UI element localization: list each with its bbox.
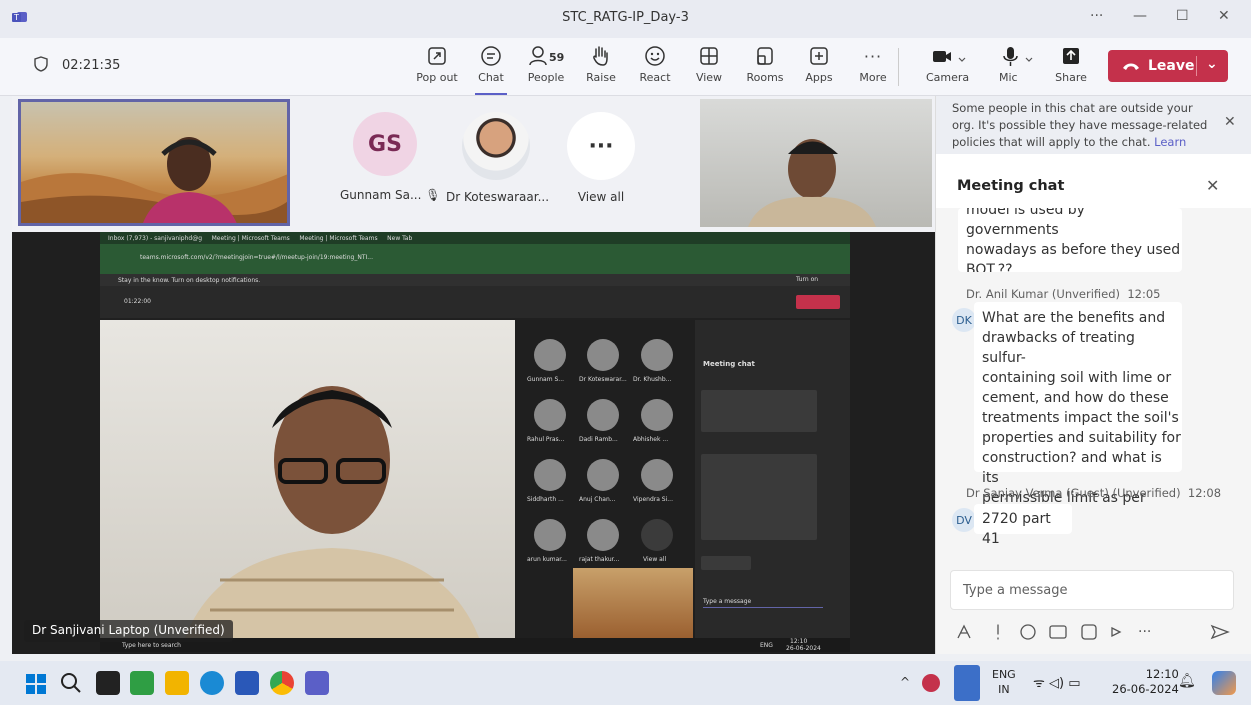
meeting-toolbar: 02:21:35 Pop out Chat 59 People Raise Re… [0, 38, 1251, 96]
close-icon[interactable]: ✕ [1218, 8, 1230, 24]
wifi-volume-battery-icons[interactable]: ᯤ ◁) ▭ [1033, 673, 1081, 691]
teams-personal-icon[interactable] [130, 671, 154, 695]
inner-presenter-thumb [573, 568, 693, 638]
window-more-button[interactable]: ··· [1090, 8, 1103, 24]
presenter-video-tile[interactable] [18, 99, 290, 226]
participant-video-tile[interactable] [700, 99, 932, 227]
close-chat-icon[interactable]: ✕ [1206, 176, 1219, 195]
chat-title: Meeting chat [957, 178, 1065, 194]
rooms-icon [739, 44, 791, 68]
chat-icon [465, 44, 517, 68]
grid-icon [683, 44, 735, 68]
camera-button[interactable]: Camera [918, 44, 980, 84]
chat-message: 2720 part 41 [974, 504, 1072, 547]
phone-icon [1122, 61, 1140, 71]
message-input[interactable]: Type a message [950, 570, 1234, 610]
close-icon[interactable]: ✕ [1224, 114, 1236, 131]
notification-banner: Stay in the know. Turn on desktop notifi… [100, 274, 850, 286]
view-all-button[interactable]: ··· View all [566, 112, 636, 204]
chevron-down-icon[interactable]: ⌄ [1206, 56, 1218, 72]
more-button[interactable]: ··· More [847, 44, 899, 85]
external-notice: Some people in this chat are outside you… [936, 96, 1251, 166]
participant-tile-gs[interactable]: GS Gunnam Sa... 🎙 [340, 112, 440, 202]
meeting-timer: 02:21:35 [62, 58, 121, 73]
emoji-icon [1020, 624, 1036, 640]
mic-icon [985, 44, 1047, 68]
chat-header: Meeting chat ✕ [936, 154, 1251, 208]
inner-toolbar: 01:22:00 [100, 286, 850, 318]
clock[interactable]: 12:10 26-06-2024 [1112, 667, 1179, 697]
view-button[interactable]: View [683, 44, 735, 84]
pop-out-button[interactable]: Pop out [411, 44, 463, 84]
people-icon: 59 [520, 44, 572, 68]
chevron-up-icon[interactable]: ^ [900, 675, 910, 689]
shield-icon [34, 56, 48, 72]
search-icon[interactable] [60, 672, 82, 694]
apps-icon [793, 44, 845, 68]
gif-icon [1049, 625, 1067, 639]
rooms-button[interactable]: Rooms [739, 44, 791, 84]
loop-icon [1111, 626, 1122, 638]
participant-tile-koteswar[interactable]: Dr Koteswaraar... [446, 112, 549, 204]
toolbar-divider [898, 48, 899, 86]
windows-taskbar: ^ ENG IN ᯤ ◁) ▭ 12:10 26-06-2024 🔔︎ [0, 661, 1251, 705]
mic-button[interactable]: Mic [985, 44, 1047, 84]
sticker-icon [1081, 624, 1097, 640]
title-bar: T STC_RATG-IP_Day-3 ··· — ☐ ✕ [0, 0, 1251, 38]
compose-toolbar: ··· [950, 620, 1240, 644]
maximize-icon[interactable]: ☐ [1176, 8, 1189, 24]
file-explorer-icon[interactable] [165, 671, 189, 695]
antivirus-icon[interactable] [922, 674, 940, 692]
task-view-icon[interactable] [96, 671, 120, 695]
windows-start-icon[interactable] [26, 674, 46, 694]
chrome-icon[interactable] [270, 671, 294, 695]
apps-button[interactable]: Apps [793, 44, 845, 84]
svg-text:···: ··· [1138, 624, 1151, 640]
more-icon: ··· [567, 112, 635, 180]
minimize-icon[interactable]: — [1133, 8, 1147, 24]
copilot-icon[interactable] [1212, 671, 1236, 695]
chat-message-prev: model is used by governments nowadays as… [958, 208, 1182, 272]
chat-message: What are the benefits and drawbacks of t… [974, 302, 1182, 526]
inner-chat-panel: Meeting chat Type a message [695, 320, 850, 638]
share-button[interactable]: Share [1045, 44, 1097, 84]
hand-icon [575, 44, 627, 68]
notification-bell-icon[interactable]: 🔔︎ [1178, 673, 1196, 689]
leave-button[interactable]: Leave ⌄ [1108, 50, 1228, 82]
message-meta: Dr Sanjay Verma (Guest) (Unverified) 12:… [966, 486, 1222, 500]
avatar [462, 112, 530, 180]
more-icon: ··· [863, 46, 883, 66]
teams-icon[interactable] [305, 671, 329, 695]
pop-out-icon [411, 44, 463, 68]
presenter-name-label: Dr Sanjivani Laptop (Unverified) [24, 620, 233, 642]
format-icon [957, 624, 971, 639]
inner-participant-grid: Gunnam S... Dr Koteswarar... Dr. Khushb.… [515, 320, 695, 652]
message-meta: Dr. Anil Kumar (Unverified) 12:05 [966, 287, 1161, 301]
raise-hand-button[interactable]: Raise [575, 44, 627, 84]
send-icon [1210, 624, 1230, 640]
avatar: DV [952, 508, 976, 532]
mic-active-icon[interactable] [954, 665, 980, 701]
inner-video-main [100, 320, 515, 652]
browser-url-bar: teams.microsoft.com/v2/?meetingjoin=true… [100, 244, 850, 274]
chat-button[interactable]: Chat [465, 44, 517, 95]
language-indicator[interactable]: ENG IN [992, 667, 1016, 697]
chat-panel: Some people in this chat are outside you… [935, 96, 1251, 654]
store-icon[interactable] [235, 671, 259, 695]
avatar: GS [353, 112, 417, 176]
react-button[interactable]: React [629, 44, 681, 84]
people-count: 59 [549, 51, 564, 64]
mic-muted-icon: 🎙 [425, 188, 441, 202]
shared-screen: Inbox (7,973) - sanjivaniphd@g Meeting |… [100, 232, 850, 652]
browser-tab-bar: Inbox (7,973) - sanjivaniphd@g Meeting |… [100, 232, 850, 244]
share-icon [1045, 44, 1097, 68]
people-button[interactable]: 59 People [520, 44, 572, 84]
smiley-icon [629, 44, 681, 68]
active-tab-indicator [475, 93, 507, 95]
camera-icon [918, 44, 980, 68]
window-title: STC_RATG-IP_Day-3 [562, 10, 689, 25]
edge-icon[interactable] [200, 671, 224, 695]
avatar: DK [952, 308, 976, 332]
